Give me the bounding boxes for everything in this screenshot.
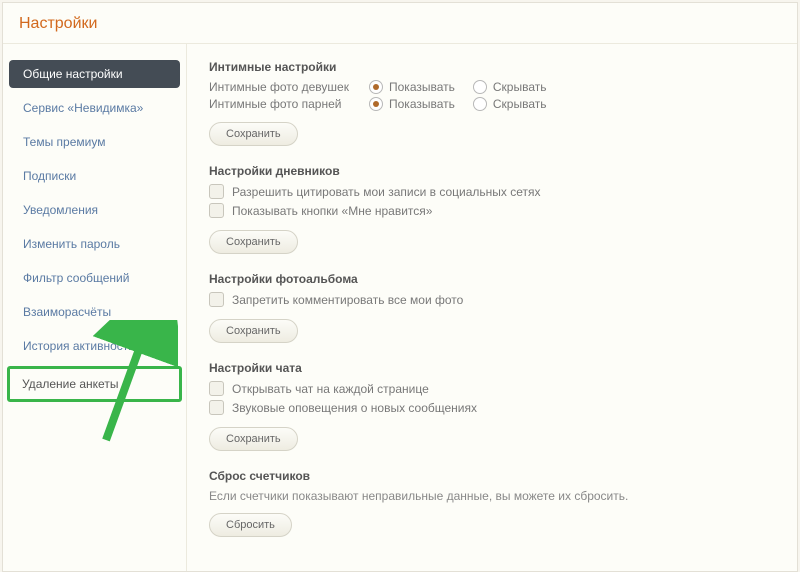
sidebar-item-delete-profile[interactable]: Удаление анкеты [7,366,182,402]
album-nocomment-checkbox[interactable]: Запретить комментировать все мои фото [209,292,775,307]
intimate-girls-hide-radio[interactable]: Скрывать [473,80,547,94]
intimate-girls-show-radio[interactable]: Показывать [369,80,455,94]
sidebar: Общие настройки Сервис «Невидимка» Темы … [3,44,187,571]
sidebar-item-activity[interactable]: История активности [9,332,180,360]
section-diary: Настройки дневников Разрешить цитировать… [209,164,775,254]
sidebar-item-password[interactable]: Изменить пароль [9,230,180,258]
checkbox-icon [209,203,224,218]
chat-save-button[interactable]: Сохранить [209,427,298,451]
chat-open-checkbox[interactable]: Открывать чат на каждой странице [209,381,775,396]
checkbox-icon [209,292,224,307]
diary-save-button[interactable]: Сохранить [209,230,298,254]
page-title: Настройки [19,15,781,33]
sidebar-item-billing[interactable]: Взаиморасчёты [9,298,180,326]
counters-reset-button[interactable]: Сбросить [209,513,292,537]
album-save-button[interactable]: Сохранить [209,319,298,343]
section-title: Настройки дневников [209,164,775,178]
section-title: Сброс счетчиков [209,469,775,483]
checkbox-icon [209,400,224,415]
sidebar-item-invisible[interactable]: Сервис «Невидимка» [9,94,180,122]
intimate-guys-show-radio[interactable]: Показывать [369,97,455,111]
section-title: Интимные настройки [209,60,775,74]
content: Интимные настройки Интимные фото девушек… [187,44,797,571]
section-counters: Сброс счетчиков Если счетчики показывают… [209,469,775,537]
page-header: Настройки [3,3,797,44]
radio-icon [473,80,487,94]
sidebar-item-subscriptions[interactable]: Подписки [9,162,180,190]
counters-desc: Если счетчики показывают неправильные да… [209,489,775,503]
radio-icon [369,97,383,111]
section-chat: Настройки чата Открывать чат на каждой с… [209,361,775,451]
sidebar-item-themes[interactable]: Темы премиум [9,128,180,156]
section-title: Настройки фотоальбома [209,272,775,286]
checkbox-icon [209,381,224,396]
intimate-save-button[interactable]: Сохранить [209,122,298,146]
section-title: Настройки чата [209,361,775,375]
section-intimate: Интимные настройки Интимные фото девушек… [209,60,775,146]
sidebar-item-message-filter[interactable]: Фильтр сообщений [9,264,180,292]
radio-icon [369,80,383,94]
section-album: Настройки фотоальбома Запретить комменти… [209,272,775,343]
sidebar-item-general[interactable]: Общие настройки [9,60,180,88]
diary-quote-checkbox[interactable]: Разрешить цитировать мои записи в социал… [209,184,775,199]
intimate-guys-hide-radio[interactable]: Скрывать [473,97,547,111]
checkbox-icon [209,184,224,199]
chat-sound-checkbox[interactable]: Звуковые оповещения о новых сообщениях [209,400,775,415]
diary-like-checkbox[interactable]: Показывать кнопки «Мне нравится» [209,203,775,218]
intimate-girls-label: Интимные фото девушек [209,80,369,94]
radio-icon [473,97,487,111]
sidebar-item-notifications[interactable]: Уведомления [9,196,180,224]
intimate-guys-label: Интимные фото парней [209,97,369,111]
